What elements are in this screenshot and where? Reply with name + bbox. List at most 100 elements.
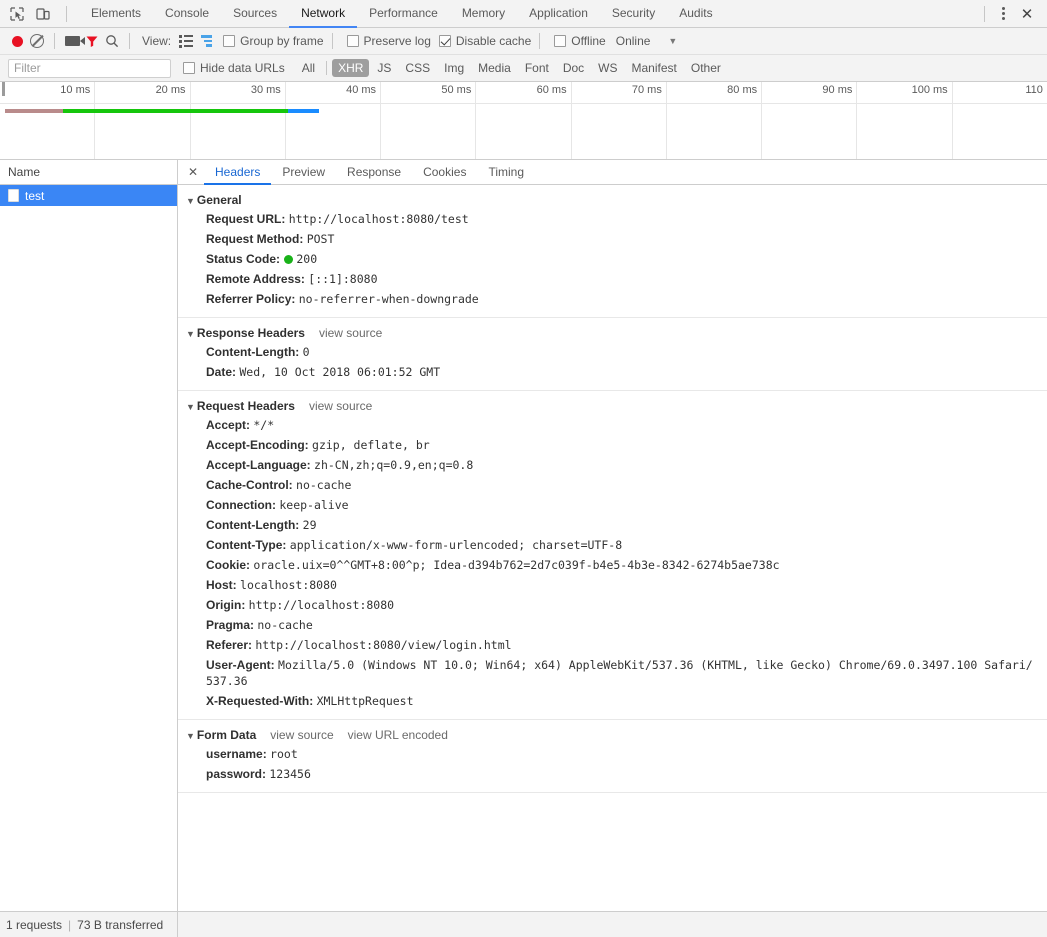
form-data-key: password: [206,767,267,781]
header-value: oracle.uix=0^^GMT+8:00^p; Idea-d394b762=… [253,558,780,572]
tab-performance[interactable]: Performance [357,0,450,28]
clear-icon[interactable] [28,32,46,50]
hide-data-urls-box [183,62,195,74]
section-general-header[interactable]: ▼ General [178,191,1047,209]
detail-tab-response[interactable]: Response [336,160,412,185]
close-icon[interactable]: ✕ [1015,4,1039,24]
disable-cache-checkbox[interactable]: Disable cache [438,34,531,48]
device-toolbar-icon[interactable] [34,5,52,23]
type-filter-manifest[interactable]: Manifest [626,59,683,77]
type-filter-ws[interactable]: WS [592,59,623,77]
detail-tab-response-label: Response [347,164,402,179]
overview-tick-cell: 10 ms [0,82,96,159]
tab-network[interactable]: Network [289,0,358,28]
network-status-bar: 1 requests | 73 B transferred [0,911,1047,937]
type-filter-font[interactable]: Font [519,59,555,77]
type-filter-media[interactable]: Media [472,59,517,77]
tab-sources-label: Sources [233,6,278,20]
section-general: ▼ General Request URL: http://localhost:8… [178,185,1047,318]
record-button-icon[interactable] [8,32,26,50]
type-filter-other[interactable]: Other [685,59,727,77]
close-detail-icon[interactable]: ✕ [182,160,204,184]
tab-sources[interactable]: Sources [221,0,289,28]
header-row: Date: Wed, 10 Oct 2018 06:01:52 GMT [178,362,1047,382]
headers-detail-content: ▼ General Request URL: http://localhost:8… [178,185,1047,911]
kebab-menu-icon[interactable] [993,4,1013,24]
overview-cursor [2,82,5,96]
toolbar-divider-1 [54,33,55,49]
group-by-frame-box [223,35,236,47]
section-form-data-header[interactable]: ▼ Form Data view source view URL encoded [178,726,1047,744]
view-url-encoded-link[interactable]: view URL encoded [348,728,448,742]
section-response-headers-header[interactable]: ▼ Response Headers view source [178,324,1047,342]
waterfall-view-icon[interactable] [197,32,215,50]
overview-tick-cell: 110 [953,82,1047,159]
filter-funnel-icon[interactable] [83,32,101,50]
request-detail-tabs: ✕ Headers Preview Response Cookies Timin… [178,160,1047,185]
form-data-key: username: [206,747,267,761]
overview-tick-label: 90 ms [822,84,853,96]
overview-tick-cell: 20 ms [95,82,191,159]
tab-audits[interactable]: Audits [667,0,724,28]
header-row: Cookie: oracle.uix=0^^GMT+8:00^p; Idea-d… [178,555,1047,575]
inspect-element-icon[interactable] [8,5,26,23]
tab-memory[interactable]: Memory [450,0,517,28]
header-row: Referer: http://localhost:8080/view/logi… [178,635,1047,655]
hide-data-urls-checkbox[interactable]: Hide data URLs [183,61,285,75]
view-source-link[interactable]: view source [309,399,372,413]
overview-tick-cell: 100 ms [857,82,953,159]
triangle-down-icon[interactable]: ▼ [186,402,195,412]
type-filter-img[interactable]: Img [438,59,470,77]
preserve-log-checkbox[interactable]: Preserve log [346,34,431,48]
section-request-headers-header[interactable]: ▼ Request Headers view source [178,397,1047,415]
request-detail-pane: ✕ Headers Preview Response Cookies Timin… [178,160,1047,911]
tab-application[interactable]: Application [517,0,600,28]
header-value: POST [306,232,335,246]
detail-tab-cookies[interactable]: Cookies [412,160,477,185]
detail-tab-timing[interactable]: Timing [477,160,535,185]
type-filter-divider [326,61,328,75]
overview-tick-label: 80 ms [727,84,758,96]
triangle-down-icon[interactable]: ▼ [186,196,195,206]
header-row: Accept-Language: zh-CN,zh;q=0.9,en;q=0.8 [178,455,1047,475]
requests-column-header[interactable]: Name [0,160,177,185]
detail-tab-preview[interactable]: Preview [271,160,336,185]
network-overview-timeline[interactable]: 10 ms 20 ms 30 ms 40 ms 50 ms 60 ms 70 m… [0,82,1047,160]
throttling-select-value[interactable]: Online [616,34,651,48]
triangle-down-icon[interactable]: ▼ [186,731,195,741]
header-row: X-Requested-With: XMLHttpRequest [178,691,1047,711]
header-key: Accept-Language: [206,458,311,472]
section-request-headers: ▼ Request Headers view source Accept: */*… [178,391,1047,720]
type-filter-css[interactable]: CSS [399,59,436,77]
tab-console[interactable]: Console [153,0,221,28]
header-value: 0 [302,345,310,359]
list-view-icon[interactable] [177,32,195,50]
tabbar-divider [66,5,67,22]
camera-icon[interactable] [63,32,85,50]
section-request-headers-title: Request Headers [196,399,295,413]
request-row-test[interactable]: test [0,185,177,206]
overview-tick-label: 40 ms [346,84,377,96]
view-source-link[interactable]: view source [319,326,382,340]
tab-security[interactable]: Security [600,0,667,28]
type-filter-js[interactable]: JS [371,59,397,77]
header-row: Connection: keep-alive [178,495,1047,515]
overview-tick-label: 100 ms [911,84,948,96]
triangle-down-icon[interactable]: ▼ [186,329,195,339]
detail-tab-headers[interactable]: Headers [204,160,272,185]
type-filter-xhr[interactable]: XHR [332,59,370,77]
offline-checkbox[interactable]: Offline [554,34,606,48]
view-source-link[interactable]: view source [270,728,333,742]
detail-tab-cookies-label: Cookies [423,164,467,179]
type-filter-all[interactable]: All [296,59,321,77]
filter-input[interactable] [8,58,171,78]
type-filter-doc[interactable]: Doc [557,59,590,77]
group-by-frame-checkbox[interactable]: Group by frame [223,34,324,48]
requests-pane: Name test [0,160,178,911]
header-key: Request Method: [206,232,304,246]
header-value: localhost:8080 [240,578,337,592]
header-value: */* [253,418,275,432]
search-icon[interactable] [103,32,121,50]
tab-elements[interactable]: Elements [79,0,153,28]
chevron-down-icon[interactable]: ▼ [668,36,677,46]
